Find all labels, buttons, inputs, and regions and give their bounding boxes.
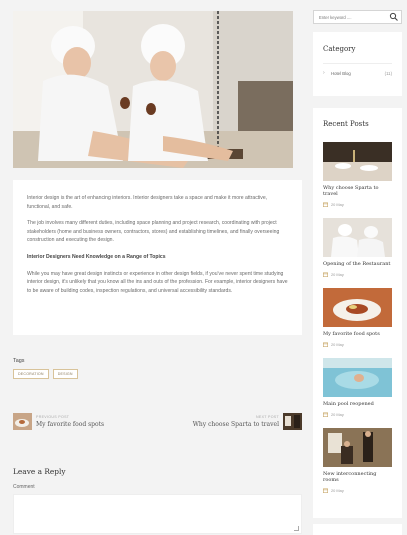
previous-post-link[interactable]: PREVIOUS POST My favorite food spots [13, 412, 104, 430]
calendar-icon [323, 412, 328, 417]
recent-post-title[interactable]: Main pool reopened [323, 401, 392, 407]
category-title: Category [323, 45, 356, 53]
article-paragraph: While you may have great design instinct… [27, 270, 288, 294]
recent-post-item[interactable]: Main pool reopened 20 May [323, 358, 392, 417]
article-paragraph: The job involves many different duties, … [27, 220, 280, 244]
leave-reply-heading: Leave a Reply [13, 467, 66, 476]
recent-post-date: 20 May [331, 488, 344, 493]
recent-post-date: 20 May [331, 202, 344, 207]
recent-post-thumbnail[interactable] [323, 428, 392, 467]
recent-post-title[interactable]: New interconnecting rooms [323, 471, 392, 483]
article-subheading: Interior Designers Need Knowledge on a R… [27, 253, 166, 260]
article-body: Interior design is the art of enhancing … [13, 180, 302, 335]
recent-post-item[interactable]: My favorite food spots 20 May [323, 288, 392, 347]
tag-list: decoration design [13, 369, 78, 379]
recent-post-date: 20 May [331, 412, 344, 417]
tag-design[interactable]: design [52, 369, 78, 379]
search-icon[interactable] [389, 12, 399, 22]
next-post-link[interactable]: NEXT POST Why choose Sparta to travel [193, 412, 302, 430]
chevron-right-icon: › [323, 70, 325, 76]
recent-post-thumbnail[interactable] [323, 288, 392, 327]
tags-label: Tags [13, 358, 25, 364]
recent-post-date: 20 May [331, 272, 344, 277]
calendar-icon [323, 342, 328, 347]
calendar-icon [323, 272, 328, 277]
recent-posts-widget: Recent Posts Why choose Sparta to travel… [313, 108, 402, 518]
resize-handle[interactable] [294, 526, 299, 531]
recent-post-thumbnail[interactable] [323, 218, 392, 257]
recent-post-item[interactable]: New interconnecting rooms 20 May [323, 428, 392, 493]
article-paragraph: Interior design is the art of enhancing … [27, 195, 268, 210]
recent-post-title[interactable]: Why choose Sparta to travel [323, 185, 392, 197]
recent-post-date: 20 May [331, 342, 344, 347]
previous-post-title[interactable]: My favorite food spots [36, 421, 104, 428]
next-widget [313, 524, 402, 535]
recent-post-item[interactable]: Why choose Sparta to travel 20 May [323, 142, 392, 207]
calendar-icon [323, 488, 328, 493]
previous-post-thumbnail [13, 412, 32, 430]
recent-posts-title: Recent Posts [323, 120, 369, 128]
next-post-label: NEXT POST [255, 414, 279, 419]
next-post-title[interactable]: Why choose Sparta to travel [193, 421, 279, 428]
previous-post-label: PREVIOUS POST [36, 414, 70, 419]
featured-image [13, 11, 293, 168]
recent-post-title[interactable]: My favorite food spots [323, 331, 392, 337]
next-post-thumbnail [283, 412, 302, 430]
category-widget: Category › Hotel Blog (11) [313, 32, 402, 96]
search-input[interactable]: Enter keyword .... [319, 15, 389, 20]
recent-post-item[interactable]: Opening of the Restaurant 20 May [323, 218, 392, 277]
category-count: (11) [384, 70, 392, 76]
search-box[interactable]: Enter keyword .... [313, 10, 402, 24]
comment-textarea[interactable] [13, 494, 302, 534]
recent-post-thumbnail[interactable] [323, 142, 392, 181]
calendar-icon [323, 202, 328, 207]
recent-post-thumbnail[interactable] [323, 358, 392, 397]
recent-post-title[interactable]: Opening of the Restaurant [323, 261, 392, 267]
comment-label: Comment [13, 484, 35, 490]
category-item-hotel-blog[interactable]: › Hotel Blog (11) [323, 70, 392, 76]
divider [323, 63, 392, 64]
category-name[interactable]: Hotel Blog [331, 71, 385, 76]
tag-decoration[interactable]: decoration [13, 369, 49, 379]
